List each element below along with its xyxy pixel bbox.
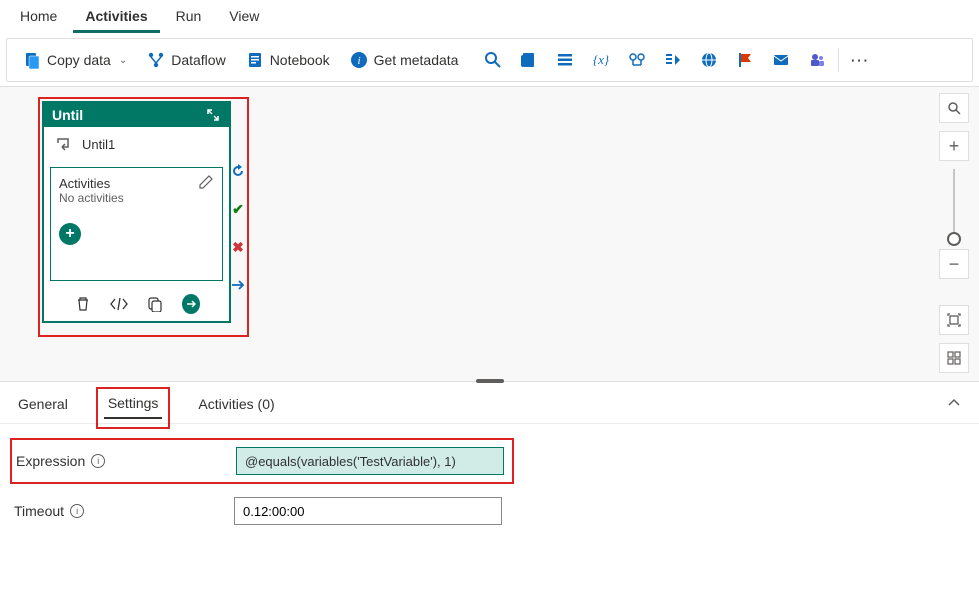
mail-icon[interactable] (772, 51, 790, 69)
delete-icon[interactable] (74, 295, 92, 313)
port-fail-icon[interactable]: ✖ (230, 239, 246, 255)
expression-label: Expression (16, 453, 85, 469)
get-metadata-label: Get metadata (374, 52, 459, 68)
zoom-slider[interactable] (953, 169, 955, 241)
code-icon[interactable] (110, 295, 128, 313)
timeout-label-cell: Timeout i (14, 503, 234, 519)
activities-toolbar: Copy data ⌄ Dataflow Notebook i Get meta… (6, 38, 973, 82)
timeout-input[interactable] (234, 497, 502, 525)
get-metadata-icon: i (350, 51, 368, 69)
lookup-icon[interactable] (628, 51, 646, 69)
canvas-side-controls: + − (939, 93, 969, 373)
info-icon[interactable]: i (70, 504, 84, 518)
properties-panel-tabs: General Settings Activities (0) (0, 386, 979, 424)
activity-title-row: Until1 (44, 127, 229, 161)
expand-icon[interactable] (207, 108, 221, 122)
tab-activities[interactable]: Activities (73, 2, 159, 33)
highlight-activity-box: Until Until1 Activities No activities + (38, 97, 249, 337)
dataflow-button[interactable]: Dataflow (141, 47, 231, 73)
dataflow-label: Dataflow (171, 52, 225, 68)
copy-data-button[interactable]: Copy data ⌄ (17, 47, 133, 73)
panel-tab-settings[interactable]: Settings (104, 391, 163, 419)
until-activity-card[interactable]: Until Until1 Activities No activities + (42, 101, 231, 323)
expression-label-cell: Expression i (16, 453, 236, 469)
timeout-row: Timeout i (14, 492, 965, 530)
highlight-expression-row: Expression i (10, 438, 514, 484)
tab-run[interactable]: Run (164, 2, 214, 33)
dataflow-icon (147, 51, 165, 69)
add-activity-button[interactable]: + (59, 223, 81, 245)
inner-activities-label: Activities (59, 176, 214, 191)
top-tabs: Home Activities Run View (0, 0, 979, 36)
zoom-in-icon[interactable]: + (939, 131, 969, 161)
port-success-icon[interactable]: ✔ (230, 201, 246, 217)
tab-view[interactable]: View (217, 2, 271, 33)
expression-input[interactable] (236, 447, 504, 475)
zoom-out-icon[interactable]: − (939, 249, 969, 279)
pipeline-canvas[interactable]: Until Until1 Activities No activities + (0, 86, 979, 382)
toolbar-separator (838, 48, 839, 72)
flag-icon[interactable] (736, 51, 754, 69)
notebook-icon (246, 51, 264, 69)
activity-footer (44, 289, 229, 321)
activity-name: Until1 (82, 137, 115, 152)
tab-home[interactable]: Home (8, 2, 69, 33)
activity-ports: ✔ ✖ (230, 163, 246, 293)
toolbar-icon-row: {x} (484, 51, 826, 69)
run-icon[interactable] (182, 295, 200, 313)
search-icon[interactable] (484, 51, 502, 69)
collapse-panel-icon[interactable] (947, 396, 961, 413)
copy-data-label: Copy data (47, 52, 111, 68)
canvas-search-icon[interactable] (939, 93, 969, 123)
port-retry-icon[interactable] (230, 163, 246, 179)
minimap-icon[interactable] (939, 343, 969, 373)
copy-icon[interactable] (146, 295, 164, 313)
svg-text:i: i (357, 55, 360, 67)
panel-tab-general[interactable]: General (14, 392, 72, 424)
notebook-button[interactable]: Notebook (240, 47, 336, 73)
notebook-label: Notebook (270, 52, 330, 68)
web-icon[interactable] (700, 51, 718, 69)
highlight-settings-tab: Settings (96, 387, 171, 429)
activity-header: Until (44, 103, 229, 127)
info-icon[interactable]: i (91, 454, 105, 468)
until-loop-icon (54, 135, 72, 153)
zoom-slider-thumb[interactable] (947, 232, 961, 246)
svg-text:{x}: {x} (593, 52, 610, 67)
edit-icon[interactable] (198, 174, 214, 193)
activity-type-label: Until (52, 107, 83, 123)
indent-icon[interactable] (664, 51, 682, 69)
teams-icon[interactable] (808, 51, 826, 69)
chevron-down-icon: ⌄ (119, 55, 127, 66)
get-metadata-button[interactable]: i Get metadata (344, 47, 465, 73)
variable-icon[interactable]: {x} (592, 51, 610, 69)
port-skip-icon[interactable] (230, 277, 246, 293)
timeout-label: Timeout (14, 503, 64, 519)
settings-panel-body: Expression i Timeout i (0, 424, 979, 544)
fit-screen-icon[interactable] (939, 305, 969, 335)
inner-activities-box[interactable]: Activities No activities + (50, 167, 223, 281)
copy-data-icon (23, 51, 41, 69)
inner-activities-sub: No activities (59, 191, 214, 205)
more-icon[interactable]: ··· (851, 51, 869, 69)
panel-tab-activities[interactable]: Activities (0) (194, 392, 278, 424)
expression-row: Expression i (16, 442, 508, 480)
script-icon[interactable] (520, 51, 538, 69)
list-icon[interactable] (556, 51, 574, 69)
